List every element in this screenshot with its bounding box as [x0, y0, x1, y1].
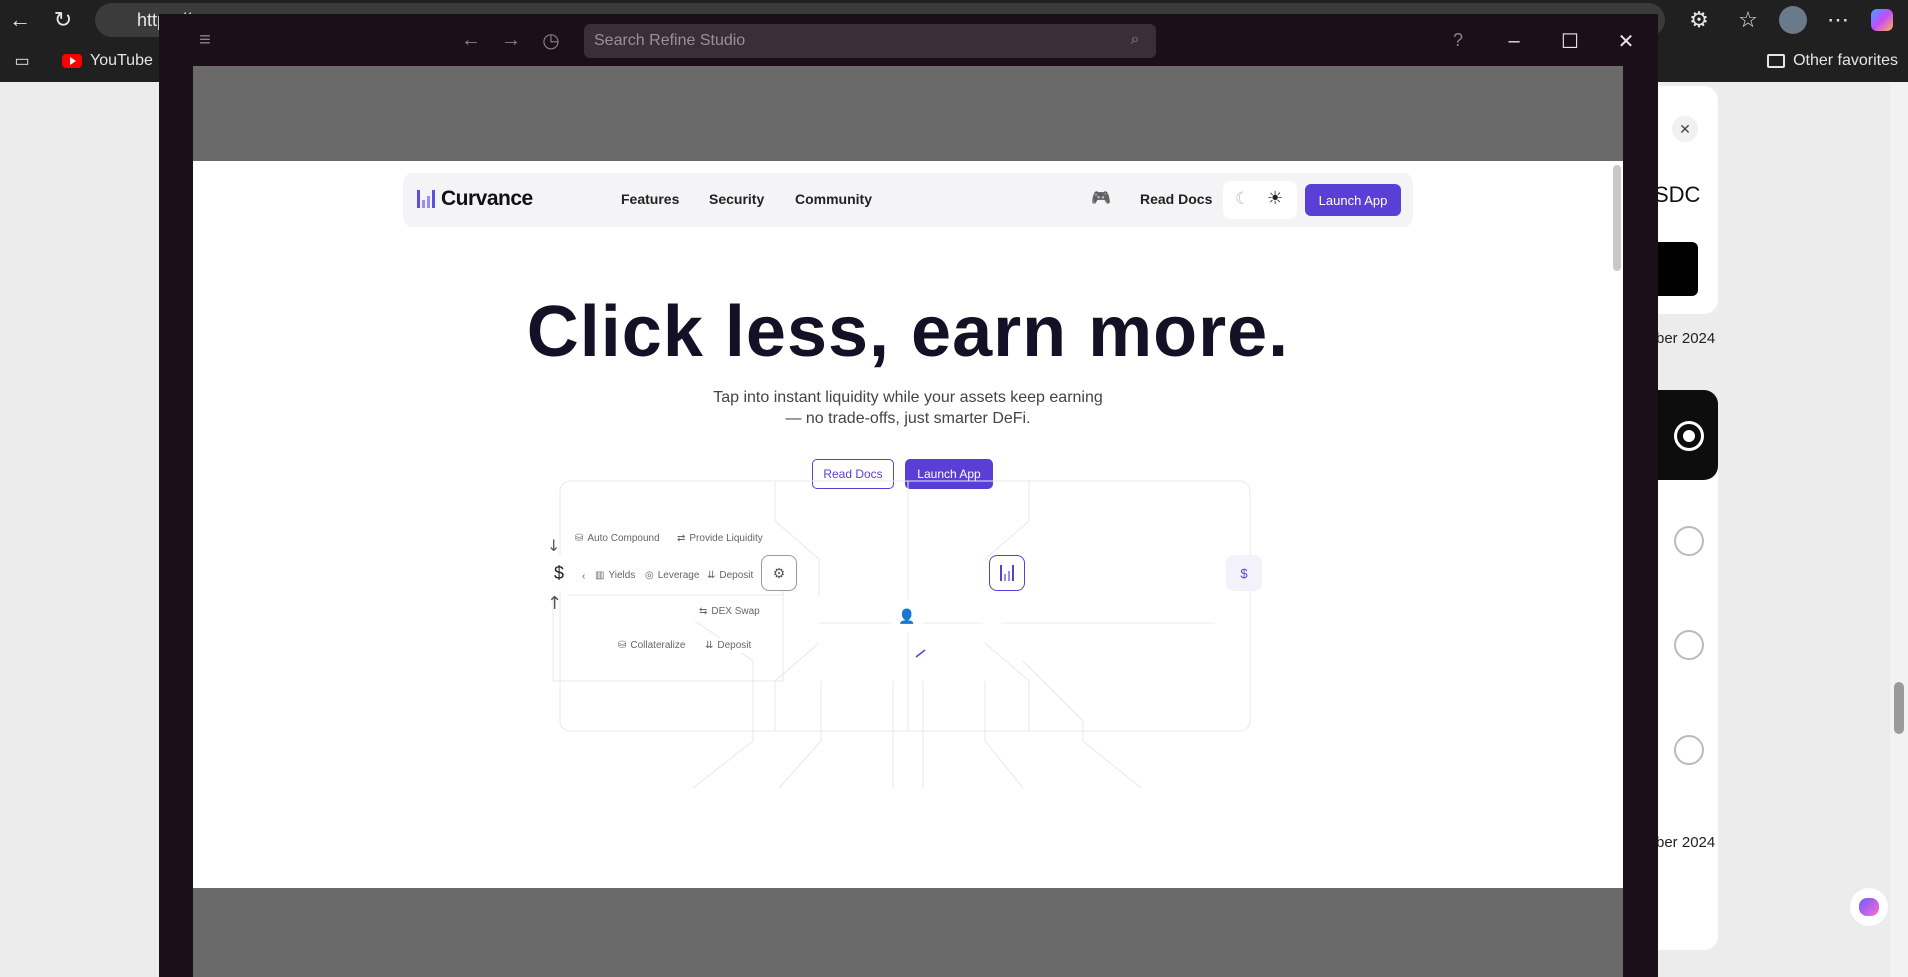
history-icon[interactable]: ◷ — [535, 24, 567, 56]
page-scrollbar-thumb[interactable] — [1894, 682, 1904, 734]
swap-icon: ⇆ — [699, 606, 708, 617]
yields-chip: ▥ Yields — [591, 568, 640, 583]
bookmark-youtube[interactable]: YouTube — [62, 52, 153, 70]
bookmark-other-favorites[interactable]: Other favorites — [1767, 52, 1898, 70]
forward-icon[interactable]: → — [495, 24, 527, 56]
back-icon[interactable]: ← — [0, 0, 40, 40]
collateral-icon: ⛁ — [618, 640, 627, 651]
date-label: ber 2024 — [1656, 330, 1716, 347]
minimize-button[interactable]: – — [1494, 24, 1534, 58]
chip-label: Auto Compound — [587, 533, 660, 544]
refresh-icon[interactable]: ↻ — [43, 0, 83, 40]
favorites-icon[interactable]: ☆ — [1728, 0, 1768, 40]
more-icon[interactable]: ⋯ — [1818, 0, 1858, 40]
chip-label: Provide Liquidity — [689, 533, 763, 544]
radio-option[interactable] — [1674, 526, 1704, 556]
radio-option[interactable] — [1674, 735, 1704, 765]
date-label: ber 2024 — [1656, 834, 1716, 851]
radio-selected-icon — [1674, 421, 1704, 451]
copilot-icon[interactable] — [1862, 0, 1902, 40]
chip-label: Leverage — [657, 570, 700, 581]
arrow-up-icon: ↑ — [547, 593, 562, 614]
flow-diagram: ↓ ↑ — [547, 480, 1251, 789]
preview-overlay-bottom — [193, 888, 1623, 977]
deposit-chip: ⇊ Deposit — [703, 568, 758, 583]
brain-icon[interactable] — [1850, 888, 1888, 926]
dollar-node: $ — [541, 555, 577, 591]
deposit-chip-2: ⇊ Deposit — [701, 638, 756, 653]
app-titlebar: ≡ ← → ◷ Search Refine Studio ⌕ ? – ☐ ✕ — [159, 14, 1658, 66]
page-scrollbar[interactable] — [1890, 82, 1908, 977]
back-icon[interactable]: ← — [455, 24, 487, 56]
dollar-node-right: $ — [1226, 555, 1262, 591]
search-icon[interactable]: ⌕ — [1119, 24, 1151, 56]
search-input[interactable]: Search Refine Studio — [584, 24, 1156, 58]
preview-overlay-top — [193, 66, 1623, 161]
chip-label: Collateralize — [630, 640, 686, 651]
chip-label: Yields — [608, 570, 636, 581]
help-icon[interactable]: ? — [1442, 24, 1474, 56]
chevron-left-icon: ‹ — [582, 571, 586, 582]
sidebar-toggle-icon[interactable]: ▭ — [2, 42, 42, 82]
coin-icon: ⛁ — [575, 533, 584, 544]
curvance-node-icon — [989, 555, 1025, 591]
chart-icon: ▥ — [595, 570, 605, 581]
bookmark-label: YouTube — [90, 52, 153, 69]
liquidity-icon: ⇄ — [677, 533, 686, 544]
dex-swap-chip: ⇆ DEX Swap — [695, 604, 764, 619]
radio-option[interactable] — [1674, 630, 1704, 660]
provide-liquidity-chip: ⇄ Provide Liquidity — [673, 531, 767, 546]
profile-avatar[interactable] — [1773, 0, 1813, 40]
deposit-icon: ⇊ — [707, 570, 716, 581]
bookmark-label: Other favorites — [1793, 52, 1898, 69]
arrow-down-icon: ↓ — [547, 536, 560, 555]
chip-label: Deposit — [719, 570, 754, 581]
right-panel: ✕ SDC ber 2024 ber 2024 — [1640, 82, 1908, 977]
close-button[interactable]: ✕ — [1606, 24, 1646, 58]
close-icon[interactable]: ✕ — [1672, 116, 1698, 142]
website-preview: Curvance Features Security Community 🎮 R… — [193, 161, 1623, 888]
user-node-icon: 👤 — [890, 599, 924, 633]
auto-compound-chip: ⛁ Auto Compound — [571, 531, 664, 546]
youtube-icon — [62, 54, 82, 68]
deposit-icon: ⇊ — [705, 640, 714, 651]
settings-node-icon: ⚙ — [761, 555, 797, 591]
token-label: SDC — [1654, 182, 1701, 207]
collateralize-chip: ⛁ Collateralize — [614, 638, 690, 653]
maximize-button[interactable]: ☐ — [1550, 24, 1590, 58]
preview-frame: Curvance Features Security Community 🎮 R… — [193, 66, 1623, 977]
chip-label: Deposit — [717, 640, 752, 651]
leverage-icon: ◎ — [645, 570, 654, 581]
folder-icon — [1767, 54, 1786, 68]
refine-studio-window: ≡ ← → ◷ Search Refine Studio ⌕ ? – ☐ ✕ C… — [159, 14, 1658, 977]
leverage-chip: ◎ Leverage — [641, 568, 704, 583]
extensions-icon[interactable]: ⚙ — [1679, 0, 1719, 40]
chip-label: DEX Swap — [711, 606, 760, 617]
menu-icon[interactable]: ≡ — [189, 24, 221, 56]
